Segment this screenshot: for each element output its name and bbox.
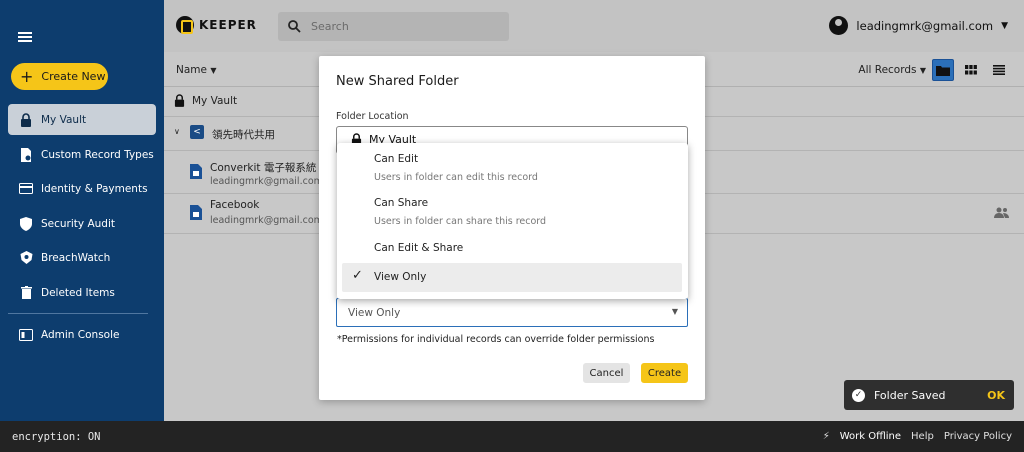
toast-message: Folder Saved: [874, 388, 946, 402]
sidebar-item-my-vault[interactable]: My Vault: [8, 104, 156, 135]
record-subtitle: leadingmrk@gmail.com: [210, 176, 323, 187]
records-filter[interactable]: All Records ▼: [858, 64, 926, 76]
shield-icon: [18, 216, 34, 232]
menu-icon[interactable]: [18, 32, 32, 42]
checkmark-icon: ✓: [352, 268, 363, 283]
sidebar-item-breachwatch[interactable]: BreachWatch: [8, 242, 156, 273]
sidebar-item-security-audit[interactable]: Security Audit: [8, 208, 156, 239]
footer: encryption: ON ⚡ Work Offline Help Priva…: [0, 421, 1024, 452]
list-view-icon[interactable]: [988, 59, 1010, 81]
option-description: Users in folder can edit this record: [374, 172, 538, 183]
privacy-policy-link[interactable]: Privacy Policy: [944, 431, 1012, 442]
check-circle-icon: ✓: [852, 388, 865, 402]
avatar-icon: [829, 16, 849, 35]
record-subtitle: leadingmrk@gmail.com: [210, 215, 323, 226]
caret-down-icon: ▼: [671, 307, 678, 316]
create-new-button[interactable]: + Create New: [11, 63, 108, 90]
menu-item-can-share[interactable]: Can Share Users in folder can share this…: [337, 189, 688, 233]
dialog-title: New Shared Folder: [336, 74, 459, 89]
record-icon: [190, 164, 202, 179]
record-icon: [190, 205, 202, 220]
create-new-label: Create New: [41, 70, 106, 83]
search-input[interactable]: Search: [278, 12, 509, 41]
keeper-logo: KEEPER: [176, 16, 257, 34]
cancel-button[interactable]: Cancel: [583, 363, 630, 383]
folder-view-icon[interactable]: [932, 59, 954, 81]
sidebar-item-label: Identity & Payments: [41, 182, 148, 195]
chevron-down-icon[interactable]: ∨: [174, 127, 180, 136]
admin-console-icon: [18, 327, 34, 343]
record-types-icon: [18, 147, 34, 163]
lock-icon: [18, 112, 34, 128]
permission-value: View Only: [348, 307, 401, 319]
view-switcher: [932, 59, 1010, 81]
permission-select[interactable]: View Only ▼: [336, 298, 688, 327]
toast-ok-button[interactable]: OK: [987, 389, 1005, 402]
permission-options-menu: Can Edit Users in folder can edit this r…: [337, 143, 688, 299]
sidebar-item-custom-record-types[interactable]: Custom Record Types: [8, 139, 156, 170]
folder-location-label: Folder Location: [336, 111, 409, 122]
folder-saved-toast: ✓ Folder Saved OK: [844, 380, 1014, 410]
trash-icon: [18, 285, 34, 301]
option-label: View Only: [374, 271, 427, 283]
sidebar-item-label: My Vault: [41, 113, 87, 126]
keeper-logo-icon: [176, 16, 194, 34]
sidebar-item-label: Security Audit: [41, 217, 115, 230]
sidebar-divider: [8, 313, 148, 314]
chevron-down-icon: ▼: [1001, 20, 1008, 31]
lightning-icon: ⚡: [822, 431, 830, 442]
plus-icon: +: [20, 66, 34, 86]
help-link[interactable]: Help: [911, 431, 934, 442]
record-title: Converkit 電子報系統: [210, 162, 317, 174]
encryption-status: encryption: ON: [12, 431, 101, 443]
search-icon: [288, 20, 301, 33]
option-label: Can Share: [374, 197, 429, 209]
option-label: Can Edit: [374, 153, 419, 165]
account-email: leadingmrk@gmail.com: [856, 18, 994, 33]
permissions-note: *Permissions for individual records can …: [337, 334, 655, 345]
sidebar-item-label: BreachWatch: [41, 251, 111, 264]
sidebar-item-identity-payments[interactable]: Identity & Payments: [8, 173, 156, 204]
option-description: Users in folder can share this record: [374, 216, 547, 227]
shared-users-icon[interactable]: [994, 207, 1009, 218]
sidebar-item-label: Deleted Items: [41, 286, 115, 299]
create-button[interactable]: Create: [641, 363, 688, 383]
sort-by-name[interactable]: Name ▼: [176, 64, 216, 76]
sidebar-item-deleted-items[interactable]: Deleted Items: [8, 277, 156, 308]
menu-item-can-edit-share[interactable]: Can Edit & Share: [337, 235, 688, 261]
option-label: Can Edit & Share: [374, 242, 464, 254]
sidebar-item-label: Admin Console: [41, 328, 120, 341]
credit-card-icon: [18, 181, 34, 197]
my-vault-label: My Vault: [192, 95, 238, 107]
account-menu[interactable]: leadingmrk@gmail.com ▼: [829, 16, 1008, 35]
shared-folder-label: 領先時代共用: [212, 129, 275, 141]
top-bar: KEEPER Search leadingmrk@gmail.com ▼: [164, 0, 1024, 52]
menu-item-view-only[interactable]: ✓ View Only: [342, 263, 682, 292]
breachwatch-icon: [18, 250, 34, 266]
work-offline-link[interactable]: Work Offline: [840, 431, 901, 442]
menu-item-can-edit[interactable]: Can Edit Users in folder can edit this r…: [337, 143, 688, 187]
sidebar-item-admin-console[interactable]: Admin Console: [8, 319, 156, 350]
footer-links: ⚡ Work Offline Help Privacy Policy: [823, 431, 1012, 442]
sidebar: + Create New My Vault Custom Record Type…: [0, 0, 164, 421]
grid-view-icon[interactable]: [960, 59, 982, 81]
search-placeholder: Search: [311, 20, 349, 33]
record-title: Facebook: [210, 199, 260, 211]
shared-folder-icon: <: [190, 125, 204, 139]
lock-icon: [174, 94, 185, 107]
brand-name: KEEPER: [199, 18, 257, 32]
sidebar-item-label: Custom Record Types: [41, 148, 154, 161]
